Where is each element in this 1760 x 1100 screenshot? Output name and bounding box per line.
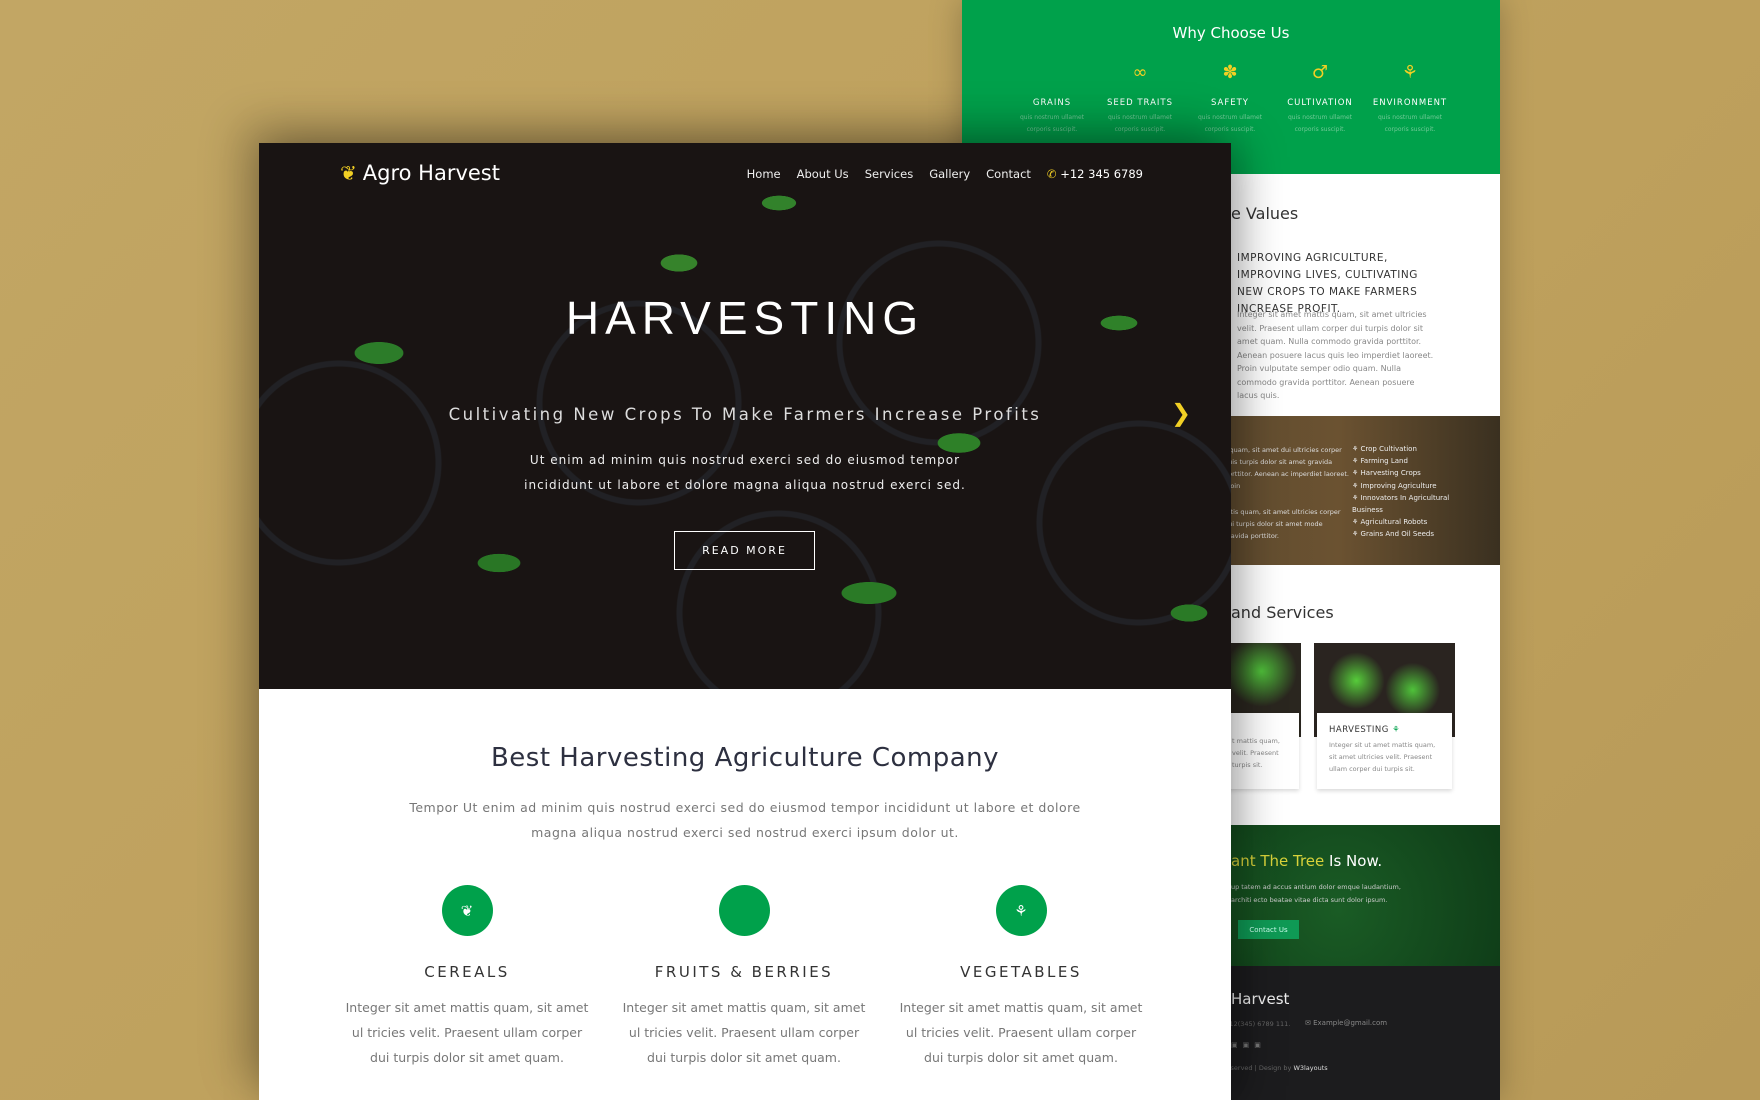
values-text: Integer sit amet mattis quam, sit amet u… [1237,310,1434,400]
feature-title: FRUITS & BERRIES [654,963,834,981]
crop-list-item: ⚘ Grains And Oil Seeds [1352,528,1452,540]
cta-title: Is Now. [1324,852,1383,870]
plant-icon: ⚘ [1352,518,1359,527]
crop-list-label: Crop Cultivation [1360,445,1417,453]
nav-contact[interactable]: Contact [986,167,1031,181]
twitter-icon[interactable]: ▣ [1243,1041,1250,1049]
leaf-icon: ❦ [441,885,493,936]
sprout-icon: ♂ [1311,62,1329,83]
why-item-text: quis nostrum ullamet corporis suscipit. [1108,114,1172,133]
hero-text-line: incididunt ut labore et dolore magna ali… [524,478,966,492]
crop-list-label: Innovators In Agricultural Business [1352,493,1450,515]
service-card[interactable]: HARVESTING ⚘ Integer sit ut amet mattis … [1317,713,1452,789]
cta-title-highlight: ant The Tree [1231,852,1325,870]
footer-phone: +12(345) 6789 111. [1224,1020,1291,1028]
service-card-text: t mattis quam, velit. Praesent turpis si… [1232,737,1280,769]
hero-text-line: Ut enim ad minim quis nostrud exerci sed… [529,453,961,467]
hero-title: HARVESTING [565,292,925,344]
footer-email[interactable]: Example@gmail.com [1313,1019,1387,1027]
feature-text: Integer sit amet mattis quam, sit amet u… [899,1000,1143,1065]
service-card-text: Integer sit ut amet mattis quam, sit ame… [1329,741,1436,773]
crop-list-label: Agricultural Robots [1360,518,1428,527]
feature-item: FRUITS & BERRIES Integer sit amet mattis … [619,885,869,1070]
hero-subtitle: Cultivating New Crops To Make Farmers In… [448,405,1042,424]
services-heading: and Services [1231,603,1334,622]
infinity-seed-icon: ∞ [1132,62,1148,83]
plant-icon: ⚘ [1352,530,1359,539]
why-item-label: CULTIVATION [1287,98,1353,108]
crop-list-item: ⚘ Improving Agriculture [1352,480,1452,492]
brand-name: Agro Harvest [362,161,500,185]
crop-list-label: Farming Land [1360,457,1408,466]
front-page-preview: ❦ Agro Harvest Home About Us Services Gal… [259,143,1231,1100]
photo-text-2: attis quam, sit amet ultricies corper du… [1224,508,1341,540]
plant-icon: ⚘ [1352,469,1359,478]
feature-item: ❦ CEREALS Integer sit amet mattis quam, si… [342,885,592,1070]
contact-us-button[interactable]: Contact Us [1238,920,1299,939]
plant-icon: ⚘ [1352,445,1359,453]
nav-phone[interactable]: +12 345 6789 [1060,167,1143,181]
apple-icon [718,885,770,936]
why-item-label: SEED TRAITS [1106,98,1174,108]
crop-list: ⚘ Crop Cultivation ⚘ Farming Land ⚘ Harves… [1352,443,1452,541]
designer-link[interactable]: W3layouts [1293,1064,1327,1072]
why-item-label: SAFETY [1210,98,1249,108]
why-item: ✽ SAFETY quis nostrum ullamet corporis sus… [1185,62,1275,136]
copyright-text: reserved | Design by [1224,1064,1294,1072]
crop-list-label: Grains And Oil Seeds [1360,530,1435,539]
chevron-right-icon[interactable]: ❯ [1171,399,1191,427]
leaf-icon: ❦ [340,161,357,185]
brand-logo[interactable]: ❦ Agro Harvest [340,161,500,185]
main-nav: Home About Us Services Gallery Contact ✆… [747,167,1143,181]
plant-icon: ⚘ [1352,493,1359,502]
about-text: Tempor Ut enim ad minim quis nostrud exe… [409,800,1081,840]
why-item: ⚘ ENVIRONMENT quis nostrum ullamet corpori… [1365,62,1455,136]
crop-list-item: ⚘ Agricultural Robots [1352,516,1452,528]
feature-text: Integer sit amet mattis quam, sit amet u… [345,1000,589,1065]
service-card-title: HARVESTING [1329,725,1389,735]
nav-about-us[interactable]: About Us [797,167,849,181]
feature-item: ⚘ VEGETABLES Integer sit amet mattis quam,… [896,885,1146,1070]
why-item-text: quis nostrum ullamet corporis suscipit. [1020,114,1084,133]
nav-home[interactable]: Home [747,167,781,181]
nav-gallery[interactable]: Gallery [929,167,970,181]
feature-title: CEREALS [424,963,510,981]
pagelines-icon: ⚘ [1401,62,1419,83]
crop-list-item: ⚘ Harvesting Crops [1352,467,1452,479]
instagram-icon[interactable]: ▣ [1254,1041,1261,1049]
why-item-label: ENVIRONMENT [1372,98,1448,108]
crop-list-item: ⚘ Farming Land [1352,455,1452,467]
why-title: Why Choose Us [1172,24,1290,42]
why-item: ♂ CULTIVATION quis nostrum ullamet corpori… [1275,62,1365,136]
feature-title: VEGETABLES [960,963,1082,981]
yelp-icon: ✽ [1222,62,1238,83]
why-item: ∞ SEED TRAITS quis nostrum ullamet corpori… [1095,62,1185,136]
crop-list-label: Harvesting Crops [1360,469,1421,478]
read-more-button[interactable]: READ MORE [674,531,815,570]
footer-brand: Harvest [1231,990,1290,1008]
apple-icon [1007,62,1097,86]
why-item-text: quis nostrum ullamet corporis suscipit. [1198,114,1262,133]
nav-services[interactable]: Services [865,167,914,181]
facebook-icon[interactable]: ▣ [1231,1041,1238,1049]
envelope-icon: ✉ [1305,1019,1311,1027]
plant-icon: ⚘ [1352,481,1359,490]
plant-icon: ⚘ [1392,725,1401,735]
crop-list-label: Improving Agriculture [1360,481,1437,490]
cta-text: up tatem ad accus antium dolor emque lau… [1231,883,1401,904]
feature-text: Integer sit amet mattis quam, sit amet u… [622,1000,866,1065]
why-item: GRAINS quis nostrum ullamet corporis susc… [1007,62,1097,136]
plant-icon: ⚘ [1352,457,1359,466]
crop-list-item: ⚘ Crop Cultivation [1352,443,1452,455]
crop-list-item: ⚘ Innovators In Agricultural Business [1352,492,1452,516]
hero-section: ❦ Agro Harvest Home About Us Services Gal… [259,143,1231,689]
phone-icon: ✆ [1046,167,1057,181]
photo-text-1: s quam, sit amet dui ultricies corper du… [1224,446,1349,490]
values-heading: e Values [1231,204,1299,223]
why-item-text: quis nostrum ullamet corporis suscipit. [1378,114,1442,133]
about-title: Best Harvesting Agriculture Company [490,743,1000,773]
why-item-text: quis nostrum ullamet corporis suscipit. [1288,114,1352,133]
why-item-label: GRAINS [1032,98,1072,108]
plant-icon: ⚘ [995,885,1047,936]
